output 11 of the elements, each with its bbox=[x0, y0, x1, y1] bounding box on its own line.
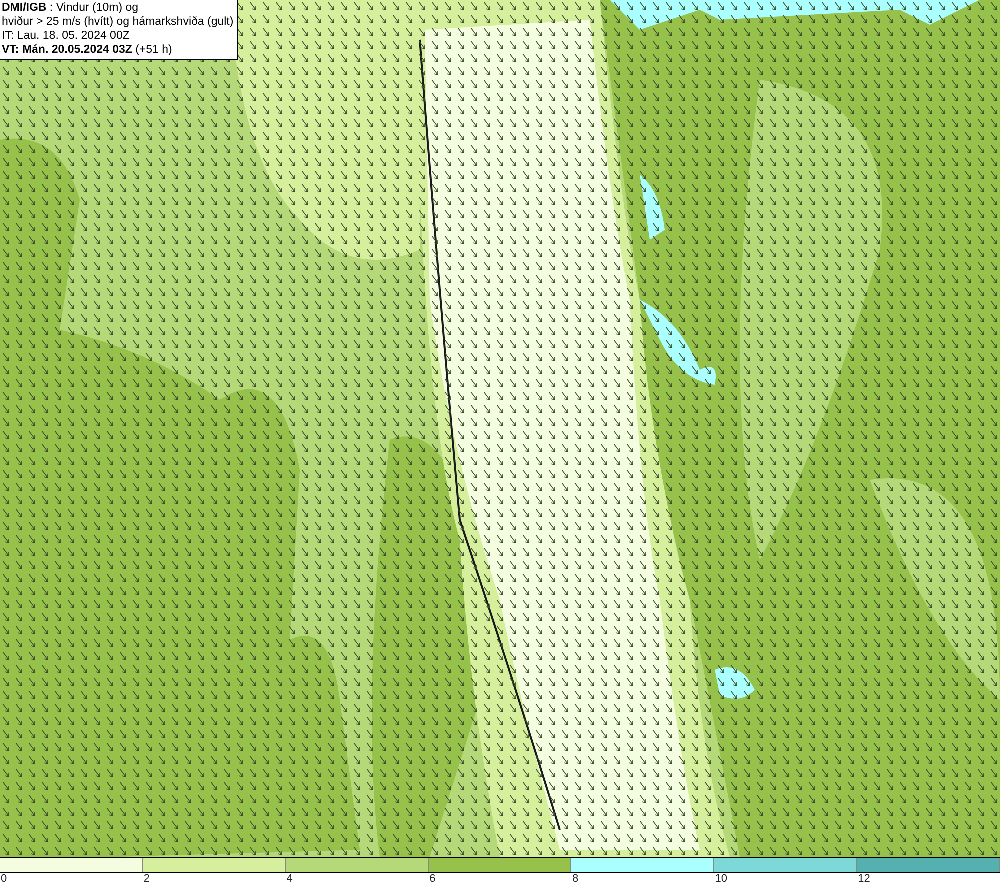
title-line: IT: Lau. 18. 05. 2024 00Z bbox=[2, 29, 131, 43]
legend-tick-label: 8 bbox=[572, 873, 579, 885]
legend-tick-label: 0 bbox=[1, 873, 8, 885]
title-line: VT: Mán. 20.05.2024 03Z (+51 h) bbox=[2, 43, 174, 57]
legend-tick-label: 4 bbox=[286, 873, 293, 885]
legend-tick-label: 12 bbox=[858, 873, 870, 885]
title-line: hviður > 25 m/s (hvítt) og hámarkshviða (gult) bbox=[2, 15, 234, 29]
legend-tick-label: 10 bbox=[715, 873, 728, 885]
title-line: DMI/IGB : Vindur (10m) og bbox=[2, 1, 140, 15]
legend-tick-label: 6 bbox=[430, 873, 436, 885]
legend-tick-label: 2 bbox=[144, 873, 150, 885]
